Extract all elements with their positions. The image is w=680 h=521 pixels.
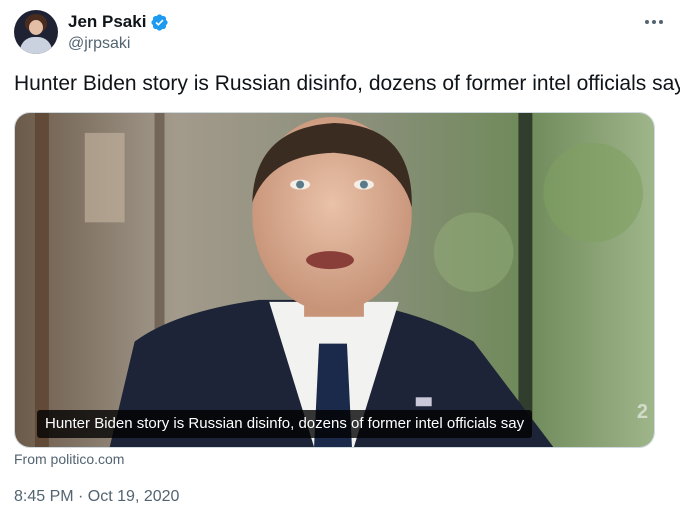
more-dot [652, 20, 656, 24]
avatar-face-shape [29, 20, 43, 35]
author-display-name[interactable]: Jen Psaki [68, 12, 146, 32]
video-watermark: 2 [636, 401, 648, 423]
video-caption: Hunter Biden story is Russian disinfo, d… [37, 410, 533, 438]
more-dot [645, 20, 649, 24]
tweet-timestamp[interactable]: 8:45 PM · Oct 19, 2020 [14, 488, 179, 506]
tweet-header: Jen Psaki @jrpsaki [14, 8, 666, 58]
more-dot [659, 20, 663, 24]
tweet-text: Hunter Biden story is Russian disinfo, d… [14, 72, 680, 95]
link-source[interactable]: From politico.com [14, 451, 124, 467]
verified-badge-icon [151, 13, 169, 31]
author-avatar[interactable] [14, 10, 58, 54]
author-name-row: Jen Psaki [68, 12, 169, 32]
avatar-body-shape [20, 37, 52, 54]
more-options-icon[interactable] [642, 10, 666, 34]
tweet-media-video[interactable]: Hunter Biden story is Russian disinfo, d… [14, 112, 655, 448]
author-handle[interactable]: @jrpsaki [68, 35, 130, 53]
video-frame-image [15, 113, 654, 447]
